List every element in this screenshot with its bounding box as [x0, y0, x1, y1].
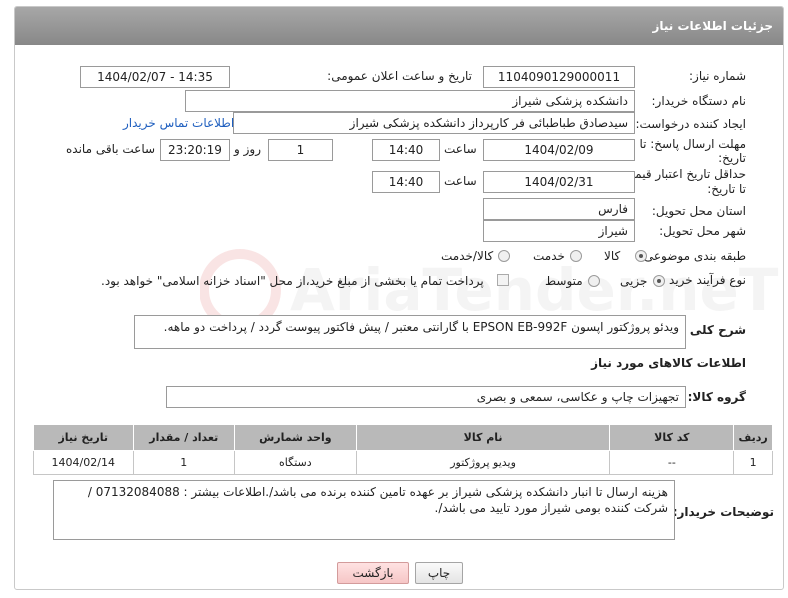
goods-group-label: گروه کالا: [687, 390, 746, 404]
buyer-org-label: نام دستگاه خریدار: [651, 94, 747, 108]
goods-group-field: تجهیزات چاپ و عکاسی، سمعی و بصری [166, 386, 686, 408]
col-unit: واحد شمارش [233, 424, 357, 451]
col-qty: تعداد / مقدار [132, 424, 235, 451]
deadline-time-field: 14:40 [372, 139, 440, 161]
announce-field: 1404/02/07 - 14:35 [80, 66, 230, 88]
col-row: ردیف [733, 424, 773, 451]
category-label: طبقه بندی موضوعی: [639, 249, 746, 263]
category-option-service: خدمت [533, 249, 565, 263]
remaining-time-field: 23:20:19 [160, 139, 230, 161]
cell-date: 1404/02/14 [33, 450, 134, 475]
category-radio-both[interactable] [498, 250, 510, 262]
col-date: تاریخ نیاز [33, 424, 134, 451]
city-field: شیراز [483, 220, 635, 242]
province-field: فارس [483, 198, 635, 220]
treasury-payment-note: پرداخت تمام یا بخشی از مبلغ خرید،از محل … [101, 274, 484, 288]
cell-qty: 1 [132, 450, 235, 475]
back-button[interactable]: بازگشت [337, 562, 409, 584]
days-label: روز و [234, 142, 261, 156]
buyer-notes-textarea: هزینه ارسال تا انبار دانشکده پزشکی شیراز… [53, 480, 675, 540]
process-radio-small[interactable] [653, 275, 665, 287]
min-validity-label: حداقل تاریخ اعتبار قیمت: [619, 167, 746, 181]
need-number-label: شماره نیاز: [689, 69, 746, 83]
goods-table-header: ردیف کد کالا نام کالا واحد شمارش تعداد /… [33, 424, 773, 451]
process-option-small: جزیی [620, 274, 648, 288]
validity-time-label: ساعت [444, 174, 477, 188]
col-name: نام کالا [355, 424, 611, 451]
remaining-label: ساعت باقی مانده [66, 142, 156, 156]
announce-label: تاریخ و ساعت اعلان عمومی: [327, 69, 472, 83]
page-header: جزئیات اطلاعات نیاز [15, 7, 783, 45]
category-option-goods: کالا [604, 249, 621, 263]
cell-name: ویدیو پروژکتور [355, 450, 611, 475]
buyer-contact-link[interactable]: اطلاعات تماس خریدار [123, 116, 234, 130]
table-row: 1 -- ویدیو پروژکتور دستگاه 1 1404/02/14 [33, 450, 773, 475]
buyer-org-field: دانشکده پزشکی شیراز [185, 90, 635, 112]
cell-unit: دستگاه [233, 450, 357, 475]
days-remaining-field: 1 [268, 139, 333, 161]
validity-date-field: 1404/02/31 [483, 171, 635, 193]
deadline-label-2: تاریخ: [718, 151, 746, 165]
goods-section-title: اطلاعات کالاهای مورد نیاز [591, 356, 746, 370]
validity-time-field: 14:40 [372, 171, 440, 193]
process-option-medium: متوسط [545, 274, 583, 288]
requester-label: ایجاد کننده درخواست: [635, 117, 746, 131]
category-radio-service[interactable] [570, 250, 582, 262]
cell-code: -- [609, 450, 735, 475]
deadline-date-field: 1404/02/09 [483, 139, 635, 161]
deadline-label: مهلت ارسال پاسخ: تا [639, 137, 746, 151]
city-label: شهر محل تحویل: [659, 224, 746, 238]
treasury-payment-checkbox[interactable] [497, 274, 509, 286]
buyer-notes-label: توضیحات خریدار: [672, 505, 774, 519]
category-option-both: کالا/خدمت [441, 249, 494, 263]
deadline-time-label: ساعت [444, 142, 477, 156]
min-validity-label-2: تا تاریخ: [707, 182, 746, 196]
col-code: کد کالا [609, 424, 735, 451]
province-label: استان محل تحویل: [651, 204, 746, 218]
process-label: نوع فرآیند خرید : [661, 273, 746, 287]
goods-table: ردیف کد کالا نام کالا واحد شمارش تعداد /… [33, 424, 773, 475]
print-button[interactable]: چاپ [415, 562, 463, 584]
need-number-field: 1104090129000011 [483, 66, 635, 88]
cell-row: 1 [733, 450, 773, 475]
process-radio-medium[interactable] [588, 275, 600, 287]
description-textarea: ویدئو پروژکتور اپسون EPSON EB-992F با گا… [134, 315, 686, 349]
requester-field: سیدصادق طباطبائی فر کارپرداز دانشکده پزش… [233, 112, 635, 134]
category-radio-goods[interactable] [635, 250, 647, 262]
